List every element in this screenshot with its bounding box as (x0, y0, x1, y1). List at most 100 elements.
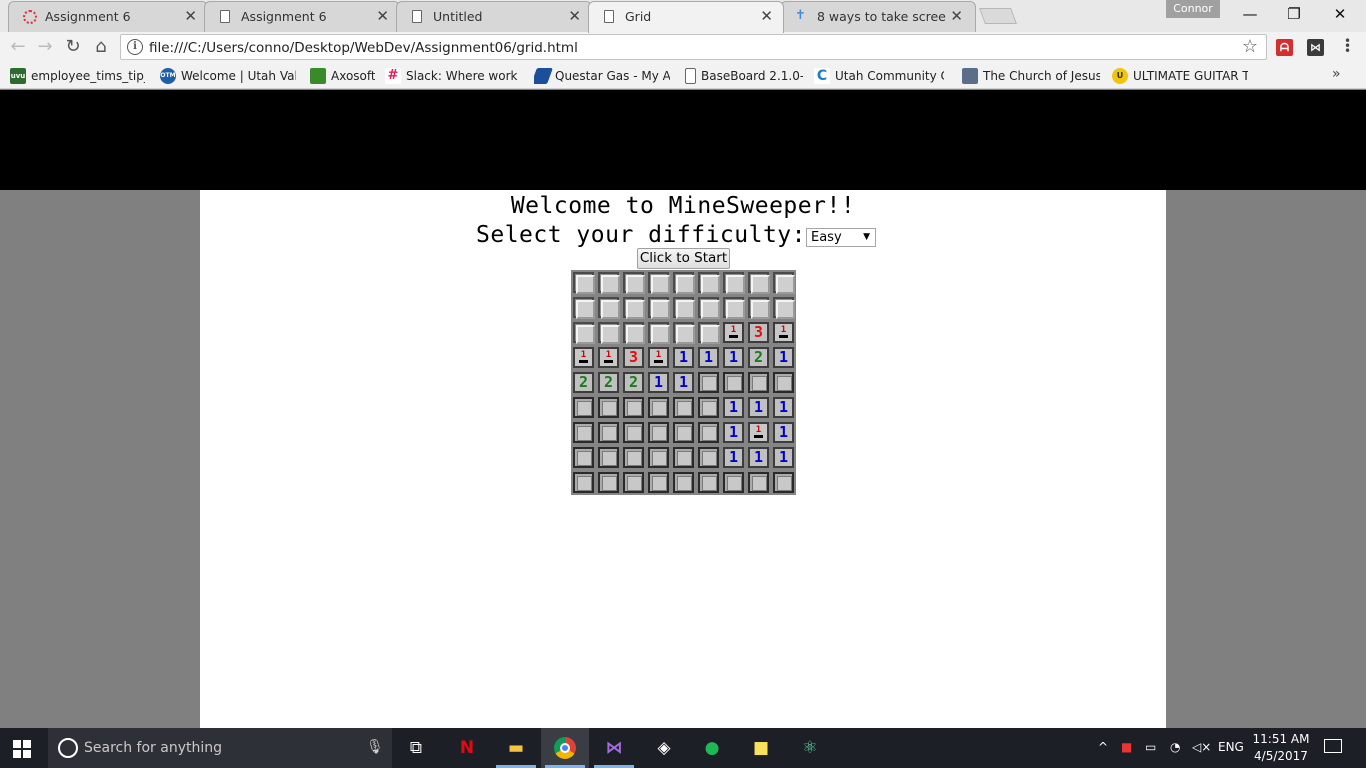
grid-cell-number[interactable]: 2 (596, 370, 621, 395)
grid-cell-number[interactable]: 3 (621, 345, 646, 370)
grid-cell-covered[interactable] (596, 320, 621, 345)
grid-cell-number[interactable]: 1 (746, 395, 771, 420)
grid-cell-number[interactable]: 1 (746, 445, 771, 470)
grid-cell-empty[interactable] (646, 420, 671, 445)
task-view-icon[interactable]: ⧉ (402, 734, 430, 762)
forward-icon[interactable]: → (33, 35, 57, 59)
grid-cell-empty[interactable] (696, 445, 721, 470)
url-text[interactable]: file:///C:/Users/conno/Desktop/WebDev/As… (149, 40, 578, 56)
bookmark-employee-tips[interactable]: uvu employee_tims_tip_sh (10, 67, 145, 85)
address-bar[interactable]: i file:///C:/Users/conno/Desktop/WebDev/… (120, 34, 1267, 60)
info-icon[interactable]: i (127, 39, 143, 55)
bookmark-slack[interactable]: # Slack: Where work ha (385, 67, 521, 85)
language-indicator[interactable]: ENG (1218, 740, 1244, 754)
grid-cell-covered[interactable] (746, 295, 771, 320)
grid-cell-covered[interactable] (571, 270, 596, 295)
grid-cell-empty[interactable] (771, 370, 796, 395)
grid-cell-number[interactable]: 1 (721, 445, 746, 470)
grid-cell-covered[interactable] (696, 270, 721, 295)
grid-cell-empty[interactable] (596, 445, 621, 470)
vscode-extension-icon[interactable]: ⋈ (1307, 39, 1324, 56)
bookmarks-overflow-icon[interactable]: » (1332, 66, 1341, 82)
grid-cell-empty[interactable] (646, 470, 671, 495)
grid-cell-empty[interactable] (621, 420, 646, 445)
grid-cell-empty[interactable] (696, 370, 721, 395)
tray-overflow-icon[interactable]: ^ (1098, 740, 1108, 754)
close-window-icon[interactable]: ✕ (1320, 2, 1360, 26)
grid-cell-empty[interactable] (696, 395, 721, 420)
new-tab-button[interactable] (979, 8, 1017, 24)
profile-button[interactable]: Connor (1166, 0, 1220, 18)
grid-cell-empty[interactable] (746, 470, 771, 495)
grid-cell-empty[interactable] (621, 470, 646, 495)
grid-cell-empty[interactable] (571, 470, 596, 495)
grid-cell-number[interactable]: 1 (721, 420, 746, 445)
grid-cell-empty[interactable] (571, 420, 596, 445)
grid-cell-empty[interactable] (646, 445, 671, 470)
grid-cell-empty[interactable] (771, 470, 796, 495)
clock[interactable]: 11:51 AM 4/5/2017 (1250, 731, 1312, 765)
grid-cell-covered[interactable] (621, 295, 646, 320)
bookmark-baseboard[interactable]: BaseBoard 2.1.0-1 (685, 67, 803, 85)
close-icon[interactable]: ✕ (184, 7, 197, 25)
grid-cell-covered[interactable] (596, 295, 621, 320)
close-icon[interactable]: ✕ (568, 7, 581, 25)
lastpass-extension-icon[interactable]: ᗩ (1276, 39, 1293, 56)
grid-cell-covered[interactable] (621, 270, 646, 295)
grid-cell-empty[interactable] (671, 420, 696, 445)
action-center-icon[interactable] (1324, 739, 1342, 753)
chrome-menu-icon[interactable]: • • • (1344, 35, 1351, 57)
grid-cell-number[interactable]: 1 (771, 345, 796, 370)
grid-cell-empty[interactable] (746, 370, 771, 395)
grid-cell-number[interactable]: 2 (746, 345, 771, 370)
bookmark-ultimate-guitar[interactable]: U ULTIMATE GUITAR TA (1112, 67, 1248, 85)
grid-cell-number[interactable]: 1 (671, 370, 696, 395)
grid-cell-covered[interactable] (571, 320, 596, 345)
grid-cell-empty[interactable] (646, 395, 671, 420)
grid-cell-flagged[interactable]: 1 (596, 345, 621, 370)
grid-cell-covered[interactable] (646, 270, 671, 295)
grid-cell-flagged[interactable]: 1 (721, 320, 746, 345)
grid-cell-covered[interactable] (621, 320, 646, 345)
grid-cell-covered[interactable] (771, 295, 796, 320)
close-icon[interactable]: ✕ (950, 7, 963, 25)
grid-cell-empty[interactable] (571, 395, 596, 420)
grid-cell-empty[interactable] (671, 395, 696, 420)
grid-cell-covered[interactable] (721, 295, 746, 320)
grid-cell-covered[interactable] (696, 320, 721, 345)
grid-cell-number[interactable]: 1 (771, 420, 796, 445)
sticky-notes-icon[interactable]: ■ (747, 734, 775, 762)
tab-untitled[interactable]: Untitled ✕ (396, 1, 592, 32)
grid-cell-number[interactable]: 2 (571, 370, 596, 395)
start-button[interactable]: Click to Start (637, 248, 730, 269)
minimize-icon[interactable]: — (1230, 2, 1270, 26)
close-icon[interactable]: ✕ (760, 7, 773, 25)
grid-cell-covered[interactable] (646, 320, 671, 345)
grid-cell-number[interactable]: 3 (746, 320, 771, 345)
home-icon[interactable]: ⌂ (89, 35, 113, 59)
unity-icon[interactable]: ◈ (650, 734, 678, 762)
grid-cell-empty[interactable] (596, 470, 621, 495)
grid-cell-empty[interactable] (571, 445, 596, 470)
bookmark-utah-community-cu[interactable]: C Utah Community CU (814, 67, 944, 85)
grid-cell-covered[interactable] (596, 270, 621, 295)
netflix-icon[interactable]: N (453, 734, 481, 762)
grid-cell-empty[interactable] (696, 420, 721, 445)
restore-icon[interactable]: ❐ (1274, 2, 1314, 26)
spotify-icon[interactable]: ● (698, 734, 726, 762)
grid-cell-empty[interactable] (671, 445, 696, 470)
bookmark-questar-gas[interactable]: Questar Gas - My Acc (534, 67, 670, 85)
grid-cell-empty[interactable] (596, 420, 621, 445)
chrome-icon[interactable] (551, 734, 579, 762)
grid-cell-covered[interactable] (696, 295, 721, 320)
grid-cell-flagged[interactable]: 1 (746, 420, 771, 445)
grid-cell-number[interactable]: 1 (771, 395, 796, 420)
grid-cell-empty[interactable] (621, 395, 646, 420)
reload-icon[interactable]: ↻ (61, 35, 85, 59)
grid-cell-covered[interactable] (671, 295, 696, 320)
volume-muted-icon[interactable]: ◁× (1192, 740, 1211, 754)
grid-cell-number[interactable]: 1 (646, 370, 671, 395)
grid-cell-number[interactable]: 1 (696, 345, 721, 370)
bookmark-church[interactable]: The Church of Jesus C (962, 67, 1100, 85)
lastpass-tray-icon[interactable]: ■ (1121, 740, 1132, 754)
